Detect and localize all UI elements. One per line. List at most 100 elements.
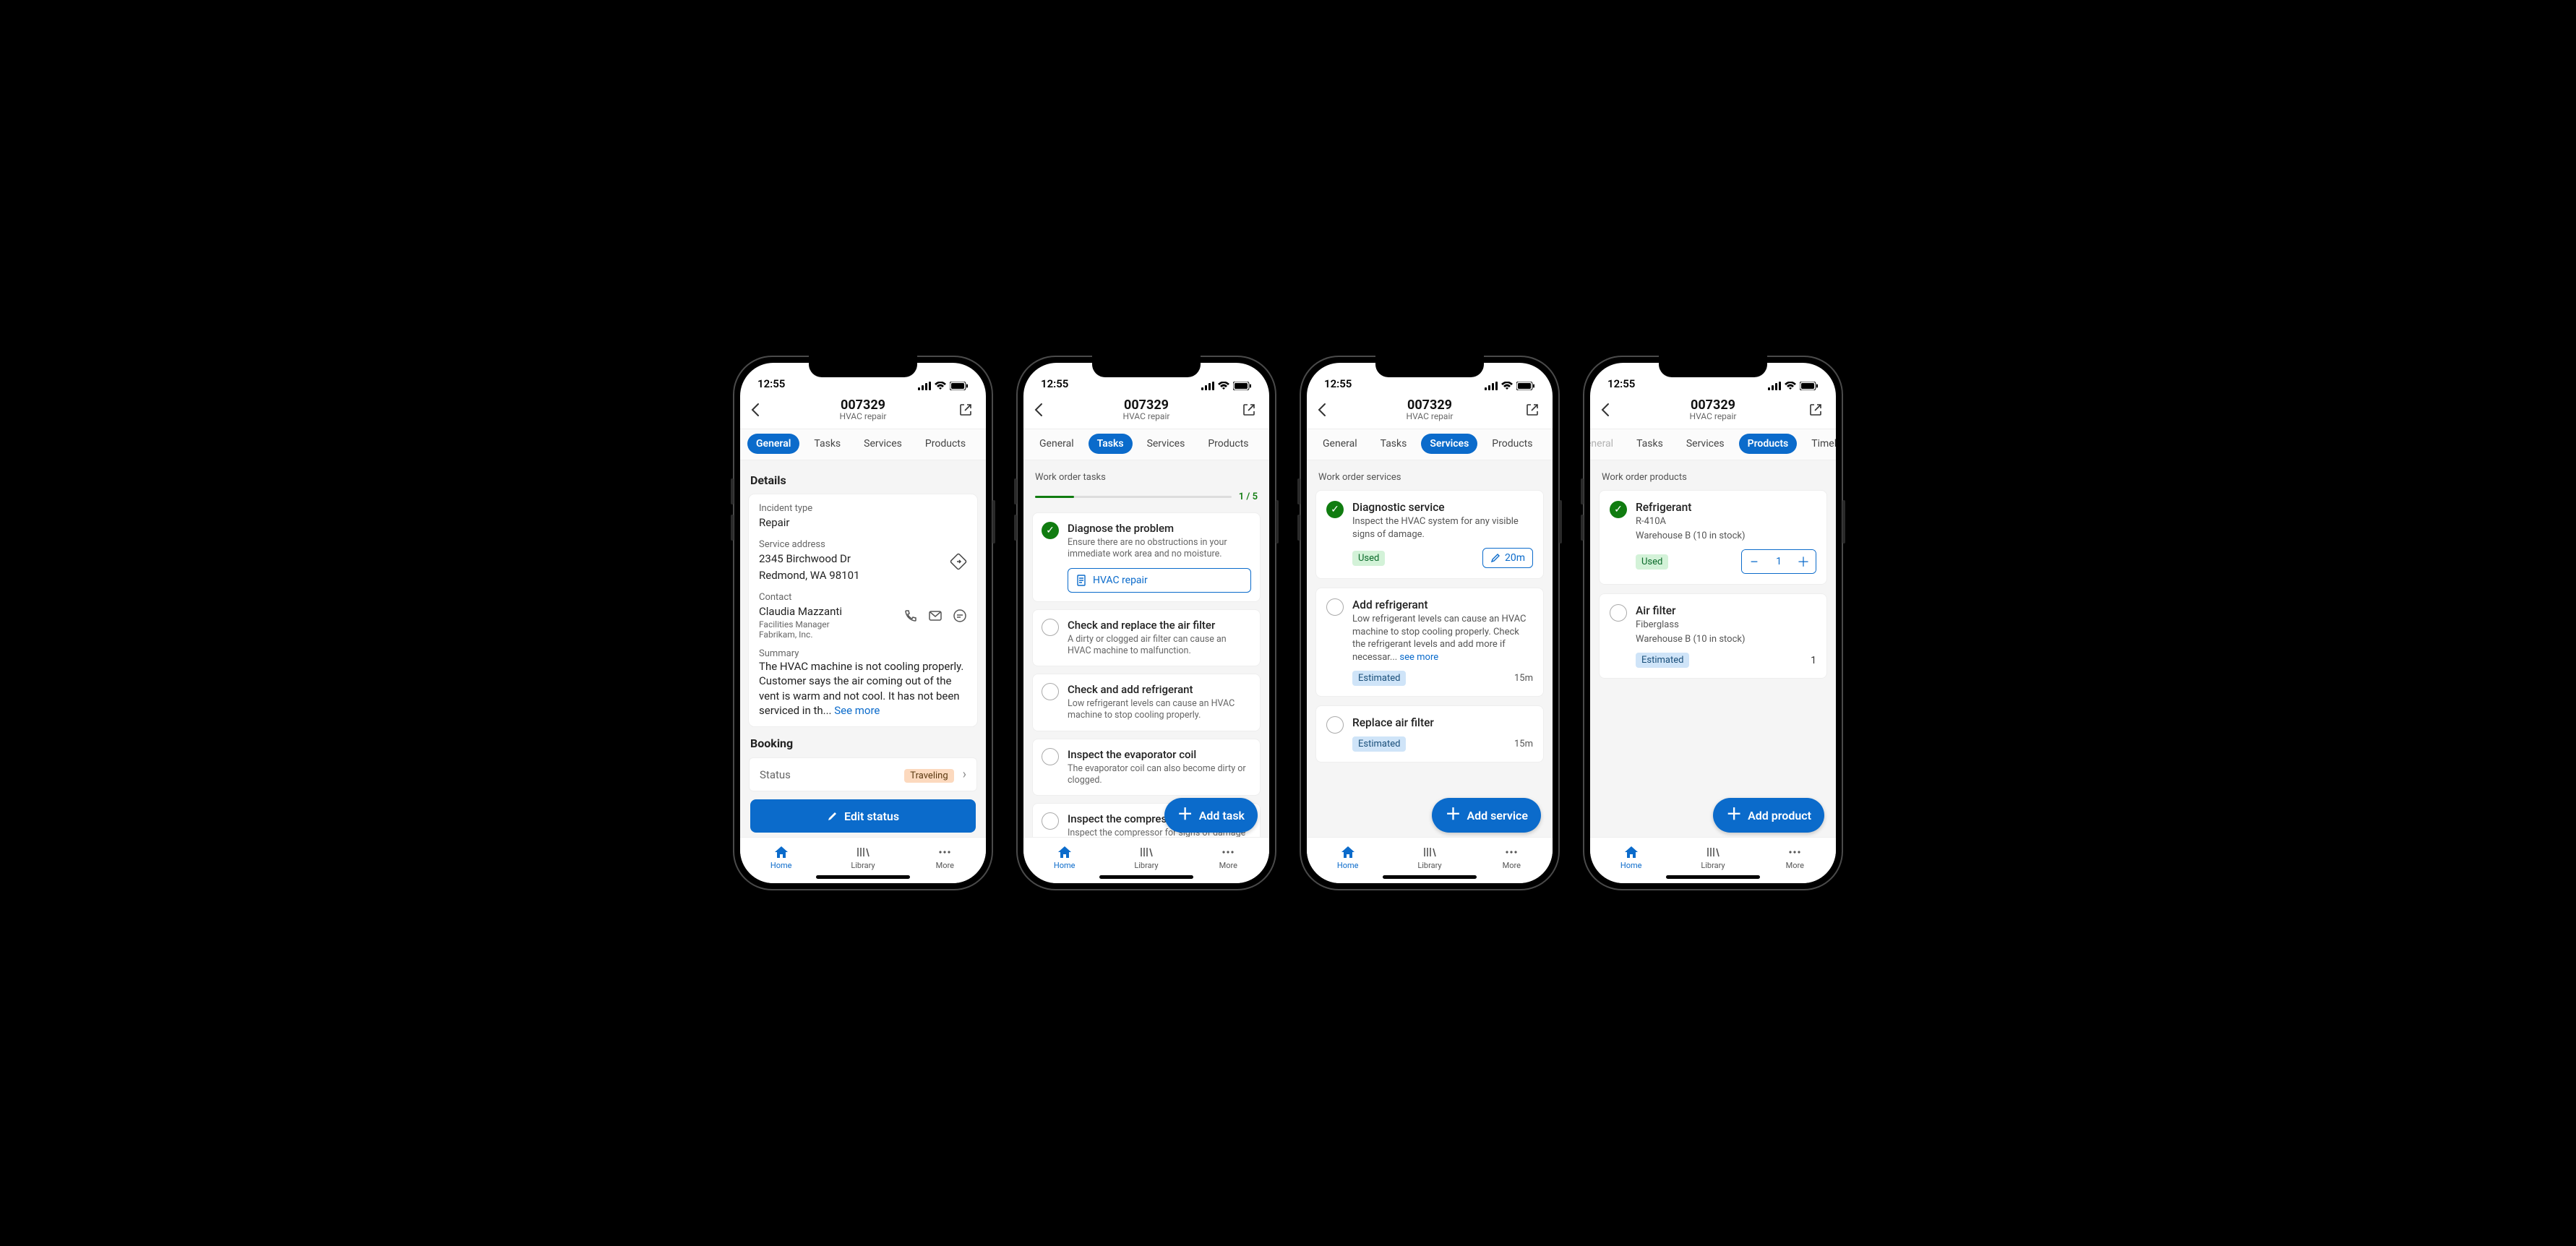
- services-section-label: Work order services: [1318, 472, 1541, 483]
- tab-services[interactable]: Services: [1678, 434, 1733, 454]
- details-card: Incident type Repair Service address 234…: [749, 494, 977, 726]
- status-chip-estimated: Estimated: [1636, 653, 1689, 668]
- nav-library[interactable]: Library: [1105, 838, 1187, 877]
- phone-services: 12:55 007329 HVAC repair General Tasks S…: [1300, 356, 1560, 890]
- directions-icon[interactable]: [950, 553, 967, 570]
- nav-library[interactable]: Library: [1672, 838, 1753, 877]
- app-header: 007329 HVAC repair: [1590, 392, 1836, 429]
- task-row[interactable]: Check and replace the air filter A dirty…: [1032, 609, 1261, 667]
- nav-home[interactable]: Home: [740, 838, 822, 877]
- home-indicator: [1666, 875, 1760, 879]
- back-button[interactable]: [1317, 403, 1334, 417]
- task-row[interactable]: Inspect the evaporator coil The evaporat…: [1032, 739, 1261, 796]
- tab-products[interactable]: Products: [1483, 434, 1541, 454]
- tab-general[interactable]: General: [1031, 434, 1083, 454]
- tab-timeline[interactable]: Ti: [1547, 434, 1553, 454]
- see-more-link[interactable]: see more: [1399, 652, 1438, 663]
- mail-icon[interactable]: [928, 609, 943, 623]
- tab-timeline[interactable]: Tim: [980, 434, 986, 454]
- plus-icon: ＋: [1445, 807, 1461, 823]
- task-title: Check and replace the air filter: [1068, 619, 1251, 632]
- service-check-done-icon[interactable]: ✓: [1326, 501, 1344, 518]
- open-external-button[interactable]: [1242, 403, 1259, 417]
- tab-services[interactable]: Services: [855, 434, 911, 454]
- nav-more[interactable]: More: [1188, 838, 1269, 877]
- nav-home[interactable]: Home: [1590, 838, 1672, 877]
- product-check-done-icon[interactable]: ✓: [1610, 501, 1627, 518]
- add-task-button[interactable]: ＋ Add task: [1164, 798, 1258, 833]
- tab-products[interactable]: Products: [1739, 434, 1798, 454]
- task-row[interactable]: Check and add refrigerant Low refrigeran…: [1032, 674, 1261, 731]
- service-row[interactable]: ✓ Diagnostic service Inspect the HVAC sy…: [1315, 490, 1544, 579]
- task-row[interactable]: ✓ Diagnose the problem Ensure there are …: [1032, 512, 1261, 602]
- tab-general[interactable]: General: [747, 434, 799, 454]
- open-external-button[interactable]: [958, 403, 976, 417]
- tab-timeline[interactable]: Ti: [1263, 434, 1269, 454]
- device-notch: [1659, 356, 1767, 377]
- task-check-open-icon[interactable]: [1042, 812, 1059, 830]
- product-row[interactable]: Air filter Fiberglass Warehouse B (10 in…: [1599, 593, 1827, 679]
- nav-home-label: Home: [1620, 861, 1642, 870]
- see-more-link[interactable]: See more: [834, 704, 880, 717]
- back-button[interactable]: [1600, 403, 1618, 417]
- tab-tasks[interactable]: Tasks: [805, 434, 849, 454]
- plus-icon: ＋: [1726, 807, 1742, 823]
- tab-products[interactable]: Products: [1199, 434, 1257, 454]
- product-row[interactable]: ✓ Refrigerant R-410A Warehouse B (10 in …: [1599, 490, 1827, 585]
- product-title: Refrigerant: [1636, 501, 1816, 514]
- tab-general[interactable]: eneral: [1590, 434, 1622, 454]
- tab-services[interactable]: Services: [1138, 434, 1194, 454]
- tab-general[interactable]: General: [1314, 434, 1366, 454]
- service-check-open-icon[interactable]: [1326, 598, 1344, 616]
- chat-icon[interactable]: [953, 609, 967, 623]
- service-row[interactable]: Add refrigerant Low refrigerant levels c…: [1315, 588, 1544, 697]
- back-button[interactable]: [1034, 403, 1051, 417]
- task-check-open-icon[interactable]: [1042, 619, 1059, 636]
- nav-library[interactable]: Library: [822, 838, 903, 877]
- page-subtitle: HVAC repair: [1334, 411, 1525, 421]
- nav-more[interactable]: More: [1471, 838, 1553, 877]
- add-product-button[interactable]: ＋ Add product: [1713, 798, 1824, 833]
- open-external-button[interactable]: [1808, 403, 1826, 417]
- tab-services[interactable]: Services: [1421, 434, 1477, 454]
- nav-home[interactable]: Home: [1023, 838, 1105, 877]
- task-title: Check and add refrigerant: [1068, 683, 1251, 696]
- service-desc-text: Low refrigerant levels can cause an HVAC…: [1352, 614, 1527, 663]
- booking-status-row[interactable]: Status Traveling ›: [749, 757, 977, 791]
- quantity-stepper[interactable]: − 1 ＋: [1741, 549, 1816, 574]
- task-check-done-icon[interactable]: ✓: [1042, 522, 1059, 539]
- duration-button[interactable]: 20m: [1482, 548, 1533, 568]
- clock: 12:55: [1041, 377, 1068, 390]
- tab-tasks[interactable]: Tasks: [1628, 434, 1672, 454]
- task-check-open-icon[interactable]: [1042, 683, 1059, 700]
- tab-tasks[interactable]: Tasks: [1372, 434, 1416, 454]
- qty-minus-button[interactable]: −: [1742, 550, 1766, 573]
- nav-library-label: Library: [1134, 861, 1158, 870]
- cellular-icon: [1485, 382, 1498, 390]
- phone-icon[interactable]: [903, 609, 918, 623]
- service-check-open-icon[interactable]: [1326, 716, 1344, 734]
- product-check-open-icon[interactable]: [1610, 604, 1627, 622]
- duration-value: 15m: [1514, 739, 1533, 749]
- service-title: Replace air filter: [1352, 716, 1533, 729]
- tasks-section-label: Work order tasks: [1035, 472, 1258, 483]
- nav-home[interactable]: Home: [1307, 838, 1388, 877]
- task-check-open-icon[interactable]: [1042, 748, 1059, 765]
- tab-tasks[interactable]: Tasks: [1089, 434, 1133, 454]
- app-header: 007329 HVAC repair: [1023, 392, 1269, 429]
- tab-products[interactable]: Products: [916, 434, 974, 454]
- nav-library[interactable]: Library: [1388, 838, 1470, 877]
- open-external-button[interactable]: [1525, 403, 1542, 417]
- service-row[interactable]: Replace air filter Estimated 15m: [1315, 705, 1544, 762]
- back-button[interactable]: [750, 403, 768, 417]
- tab-timeline[interactable]: Timel: [1803, 434, 1836, 454]
- nav-library-label: Library: [1417, 861, 1441, 870]
- contact-label: Contact: [759, 592, 842, 603]
- product-sub1: Fiberglass: [1636, 619, 1816, 632]
- nav-more[interactable]: More: [904, 838, 986, 877]
- task-attachment[interactable]: HVAC repair: [1068, 568, 1251, 593]
- add-service-button[interactable]: ＋ Add service: [1432, 798, 1541, 833]
- nav-more[interactable]: More: [1754, 838, 1836, 877]
- qty-plus-button[interactable]: ＋: [1791, 550, 1816, 573]
- edit-status-button[interactable]: Edit status: [750, 799, 976, 833]
